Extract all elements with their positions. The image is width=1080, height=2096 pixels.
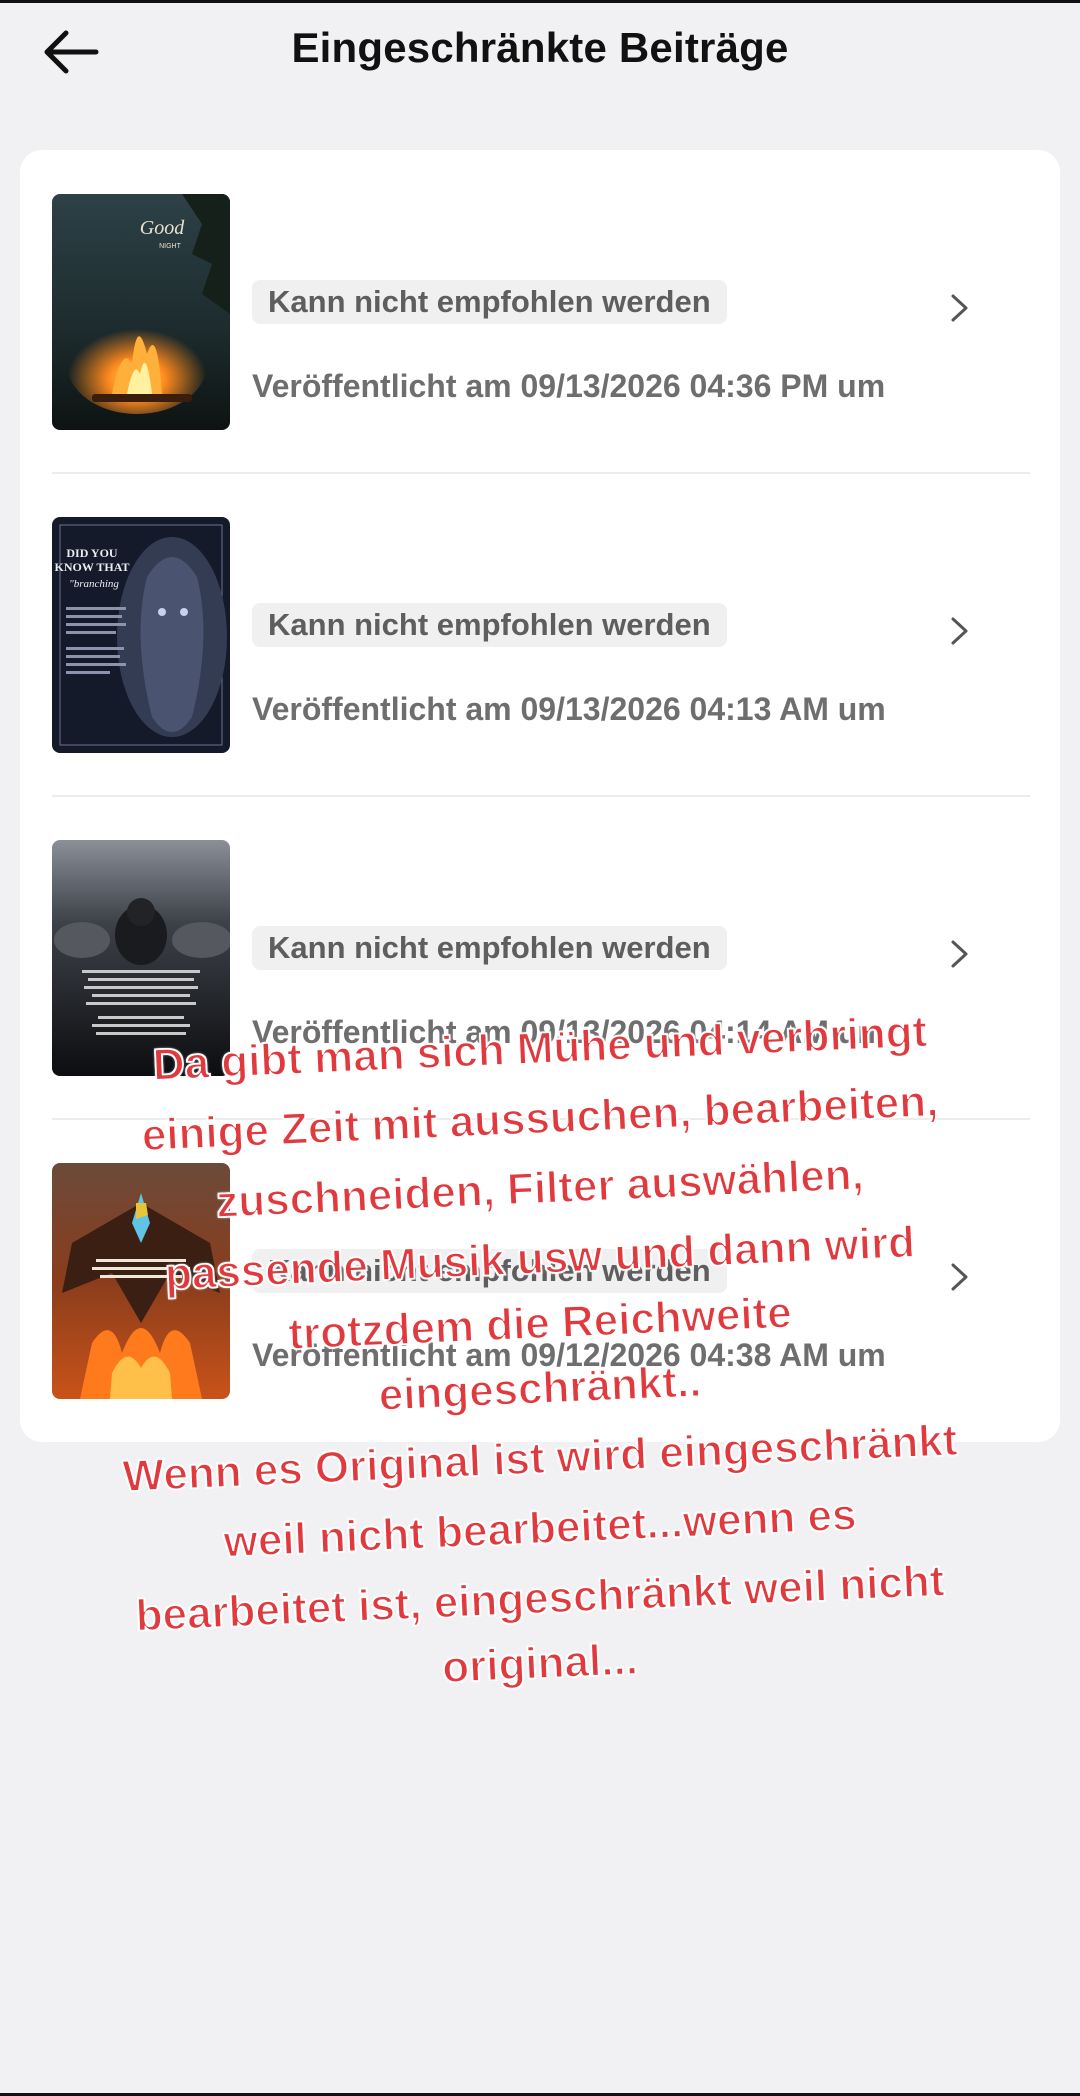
status-badge: Kann nicht empfohlen werden bbox=[252, 603, 727, 647]
post-thumbnail: Good NIGHT bbox=[52, 194, 230, 430]
published-date: Veröffentlicht am 09/12/2026 04:38 AM um bbox=[252, 1337, 886, 1373]
page-title: Eingeschränkte Beiträge bbox=[291, 24, 789, 71]
overlay-text-line: weil nicht bearbeitet...wenn es bbox=[222, 1489, 858, 1567]
svg-text:KNOW THAT: KNOW THAT bbox=[54, 560, 129, 574]
header: Eingeschränkte Beiträge bbox=[0, 0, 1080, 110]
post-thumbnail: DID YOU KNOW THAT "branching bbox=[52, 517, 230, 753]
post-row[interactable]: Kann nicht empfohlen werden Veröffentlic… bbox=[52, 1139, 1030, 1462]
published-date: Veröffentlicht am 09/13/2026 04:13 AM um bbox=[252, 691, 886, 727]
post-thumbnail bbox=[52, 1163, 230, 1399]
overlay-text-line: original... bbox=[440, 1634, 639, 1693]
chevron-right-icon bbox=[951, 294, 968, 322]
post-thumbnail bbox=[52, 840, 230, 1076]
divider bbox=[52, 1118, 1030, 1120]
svg-text:DID YOU: DID YOU bbox=[66, 546, 118, 560]
published-date: Veröffentlicht am 09/13/2026 04:36 PM um bbox=[252, 368, 886, 404]
post-row[interactable]: Kann nicht empfohlen werden Veröffentlic… bbox=[52, 816, 1030, 1139]
chevron-right-icon bbox=[951, 1263, 968, 1291]
divider bbox=[52, 795, 1030, 797]
chevron-right-icon bbox=[951, 940, 968, 968]
status-badge: Kann nicht empfohlen werden bbox=[252, 926, 727, 970]
svg-text:"branching: "branching bbox=[69, 578, 119, 590]
post-row[interactable]: Good NIGHT Kann nicht empfohlen werden V… bbox=[52, 170, 1030, 493]
restricted-posts-list: Good NIGHT Kann nicht empfohlen werden V… bbox=[20, 150, 1060, 1442]
svg-text:Good: Good bbox=[140, 217, 185, 239]
divider bbox=[52, 472, 1030, 474]
svg-text:NIGHT: NIGHT bbox=[159, 243, 182, 250]
overlay-text-line: bearbeitet ist, eingeschränkt weil nicht bbox=[134, 1556, 946, 1642]
status-badge: Kann nicht empfohlen werden bbox=[252, 280, 727, 324]
post-row[interactable]: DID YOU KNOW THAT "branching Kann nicht … bbox=[52, 493, 1030, 816]
chevron-right-icon bbox=[951, 617, 968, 645]
published-date: Veröffentlicht am 09/13/2026 04:14 AM um bbox=[252, 1014, 886, 1050]
status-badge: Kann nicht empfohlen werden bbox=[252, 1249, 727, 1293]
